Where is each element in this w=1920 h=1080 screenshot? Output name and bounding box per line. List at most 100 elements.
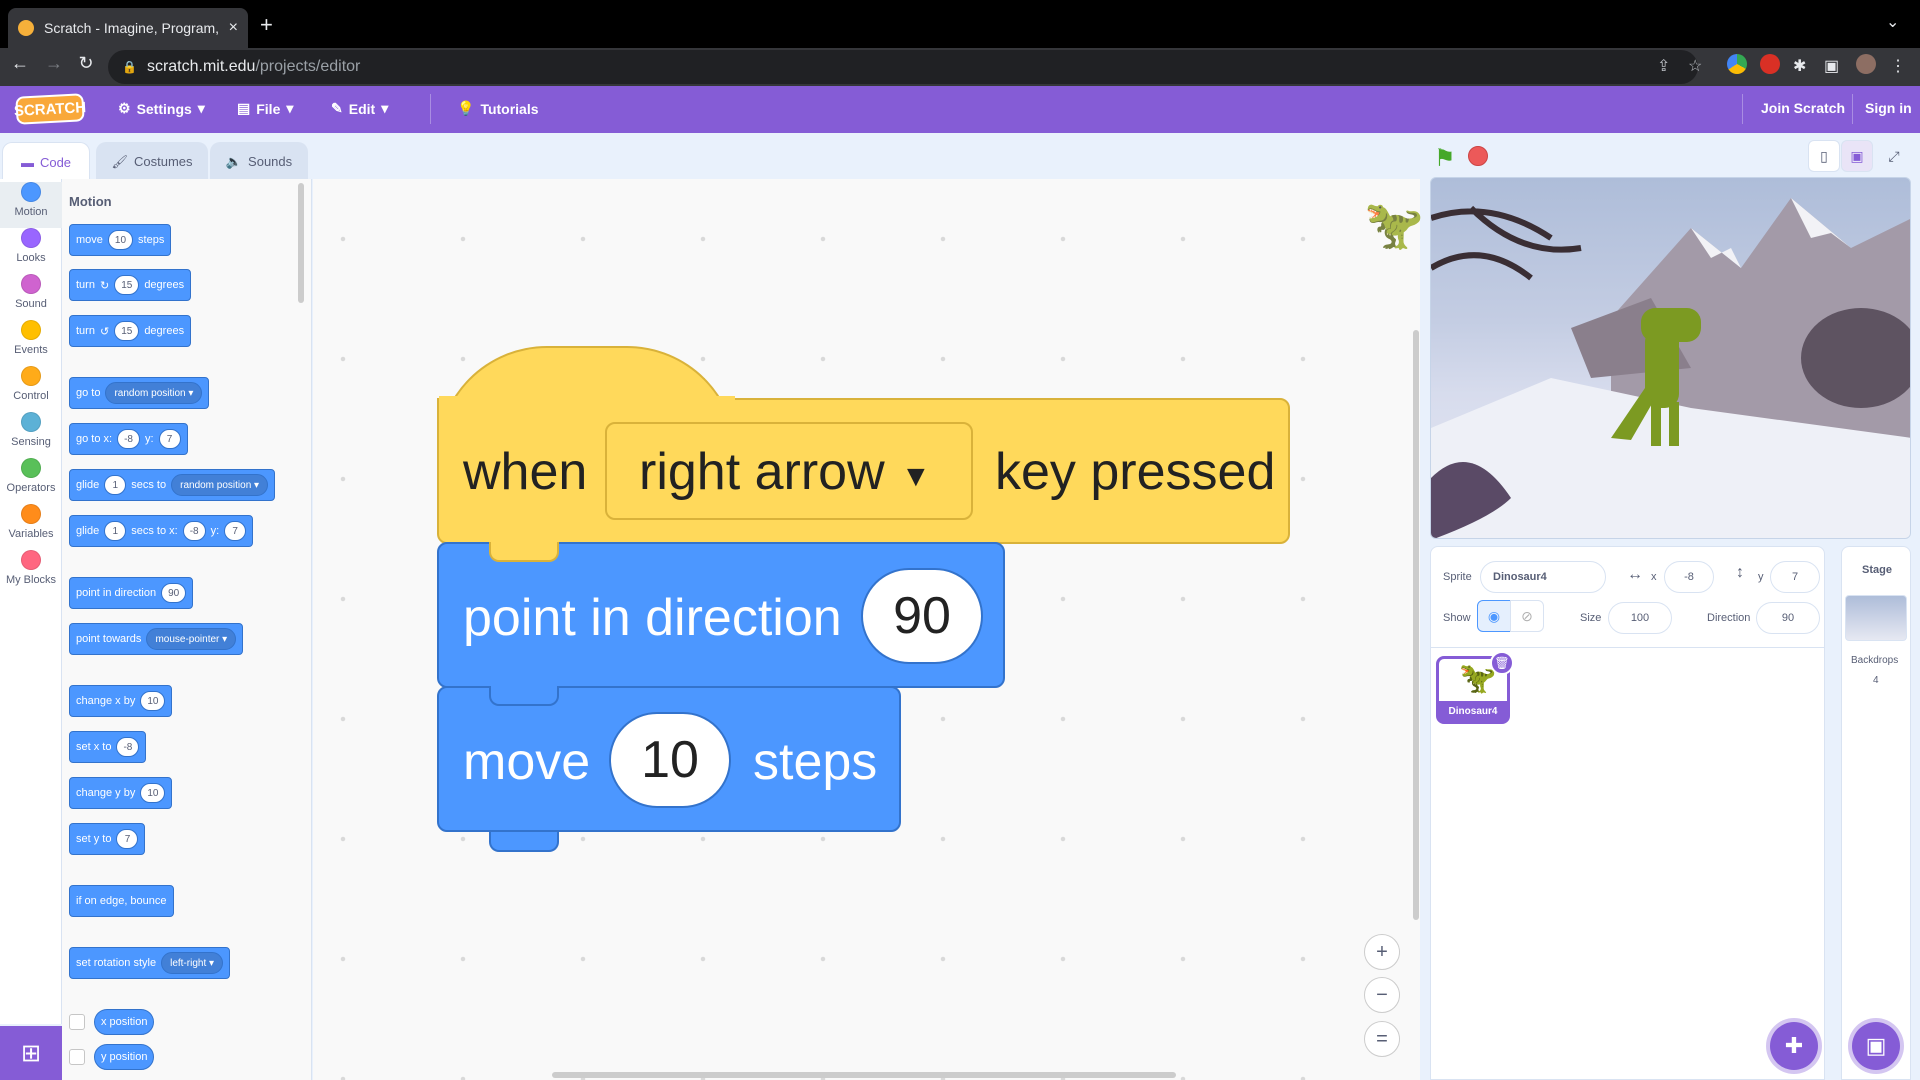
side-panel-icon[interactable]: ▣ [1824,56,1839,76]
block-rotation-style[interactable]: set rotation style left-right ▾ [69,947,231,979]
block-turn-left[interactable]: turn ↺ 15 degrees [69,315,192,347]
zoom-reset-button[interactable]: = [1364,1021,1400,1057]
y-input[interactable]: 7 [1770,561,1820,593]
hide-sprite-button[interactable]: ⊘ [1510,600,1544,632]
address-bar[interactable]: 🔒 scratch.mit.edu/projects/editor [108,50,1698,84]
point-in-direction-block[interactable]: point in direction 90 [437,542,1005,688]
choose-sprite-button[interactable]: ✚ [1770,1022,1818,1070]
x-position-checkbox[interactable] [69,1014,85,1030]
forward-arrow-icon[interactable]: → [40,53,68,74]
extensions-puzzle-icon[interactable]: ✱ [1793,56,1806,76]
fullscreen-button[interactable]: ⤢ [1878,140,1910,172]
sprite-name-input[interactable]: Dinosaur4 [1480,561,1606,593]
block-input[interactable]: -8 [116,737,140,757]
show-sprite-button[interactable]: ◉ [1477,600,1511,632]
block-input[interactable]: 1 [104,475,127,495]
category-operators[interactable]: Operators [0,458,62,504]
block-input[interactable]: 1 [104,521,127,541]
join-scratch-button[interactable]: Join Scratch [1761,100,1845,116]
category-variables[interactable]: Variables [0,504,62,550]
drive-extension-icon[interactable] [1727,54,1747,74]
block-dropdown[interactable]: random position ▾ [171,474,269,496]
file-menu[interactable]: ▤ File ▾ [237,100,293,117]
block-input[interactable]: 10 [107,230,134,250]
block-point-towards[interactable]: point towards mouse-pointer ▾ [69,623,244,655]
bookmark-star-icon[interactable]: ☆ [1688,56,1702,76]
block-point-direction[interactable]: point in direction 90 [69,577,194,609]
direction-input[interactable]: 90 [861,568,983,664]
block-go-to[interactable]: go to random position ▾ [69,377,210,409]
category-events[interactable]: Events [0,320,62,366]
adblock-extension-icon[interactable] [1760,54,1780,74]
large-stage-button[interactable]: ▣ [1841,140,1873,172]
y-position-checkbox[interactable] [69,1049,85,1065]
category-control[interactable]: Control [0,366,62,412]
category-sound[interactable]: Sound [0,274,62,320]
x-input[interactable]: -8 [1664,561,1714,593]
zoom-out-button[interactable]: − [1364,977,1400,1013]
block-input[interactable]: -8 [182,521,206,541]
backdrop-thumbnail[interactable] [1845,595,1907,641]
move-steps-block[interactable]: move 10 steps [437,686,901,852]
direction-input[interactable]: 90 [1756,602,1820,634]
block-input[interactable]: 7 [158,429,181,449]
block-x-position[interactable]: x position [94,1009,155,1035]
block-glide-xy[interactable]: glide 1 secs to x: -8 y: 7 [69,515,254,547]
scratch-logo[interactable]: SCRATCH [13,93,87,125]
block-input[interactable]: 7 [224,521,247,541]
category-looks[interactable]: Looks [0,228,62,274]
block-input[interactable]: -8 [117,429,140,449]
block-input[interactable]: 90 [161,583,187,603]
block-input[interactable]: 7 [116,829,139,849]
block-dropdown[interactable]: mouse-pointer ▾ [146,628,237,650]
settings-menu[interactable]: ⚙ Settings ▾ [118,100,205,117]
block-input[interactable]: 10 [140,783,166,803]
edit-menu[interactable]: ✎ Edit ▾ [331,100,388,117]
block-glide-to[interactable]: glide 1 secs to random position ▾ [69,469,276,501]
category-sensing[interactable]: Sensing [0,412,62,458]
reload-icon[interactable]: ↻ [72,53,100,74]
category-my-blocks[interactable]: My Blocks [0,550,62,596]
script-vertical-scrollbar[interactable] [1413,330,1419,920]
block-move-steps[interactable]: move 10 steps [69,224,172,256]
block-set-y[interactable]: set y to 7 [69,823,146,855]
block-input[interactable]: 15 [114,275,140,295]
tutorials-button[interactable]: 💡 Tutorials [457,100,539,117]
category-motion[interactable]: Motion [0,182,62,228]
block-turn-right[interactable]: turn ↻ 15 degrees [69,269,192,301]
block-edge-bounce[interactable]: if on edge, bounce [69,885,174,917]
profile-avatar[interactable] [1856,54,1876,74]
zoom-in-button[interactable]: + [1364,934,1400,970]
tab-code[interactable]: ▬ Code [2,142,90,182]
when-key-pressed-block[interactable]: when right arrow ▼ key pressed [437,346,1290,544]
green-flag-icon[interactable]: ⚑ [1434,144,1456,173]
block-dropdown[interactable]: left-right ▾ [161,952,224,974]
block-go-to-xy[interactable]: go to x: -8 y: 7 [69,423,188,455]
block-input[interactable]: 15 [114,321,140,341]
key-dropdown[interactable]: right arrow ▼ [605,422,973,520]
sign-in-button[interactable]: Sign in [1865,100,1912,116]
choose-backdrop-button[interactable]: ▣ [1852,1022,1900,1070]
palette-scrollbar[interactable] [298,183,304,303]
block-change-x[interactable]: change x by 10 [69,685,173,717]
tab-search-chevron-icon[interactable]: ⌄ [1886,12,1899,32]
new-tab-button[interactable]: + [260,12,273,38]
tab-sounds[interactable]: 🔈 Sounds [210,142,308,180]
add-extension-button[interactable]: ⊞ [0,1026,62,1080]
browser-tab[interactable]: Scratch - Imagine, Program, Sh × [8,8,248,48]
share-icon[interactable]: ⇪ [1657,56,1670,76]
stop-sign-icon[interactable] [1468,146,1488,166]
small-stage-button[interactable]: ▯ [1808,140,1840,172]
size-input[interactable]: 100 [1608,602,1672,634]
browser-menu-icon[interactable]: ⋮ [1890,56,1906,76]
block-change-y[interactable]: change y by 10 [69,777,173,809]
block-dropdown[interactable]: random position ▾ [105,382,203,404]
stage-canvas[interactable] [1430,177,1911,539]
block-input[interactable]: 10 [140,691,166,711]
delete-sprite-trash-icon[interactable]: 🗑 [1490,651,1514,675]
close-tab-icon[interactable]: × [229,19,238,37]
script-horizontal-scrollbar[interactable] [552,1072,1176,1078]
block-y-position[interactable]: y position [94,1044,155,1070]
block-set-x[interactable]: set x to -8 [69,731,147,763]
back-arrow-icon[interactable]: ← [6,53,34,74]
